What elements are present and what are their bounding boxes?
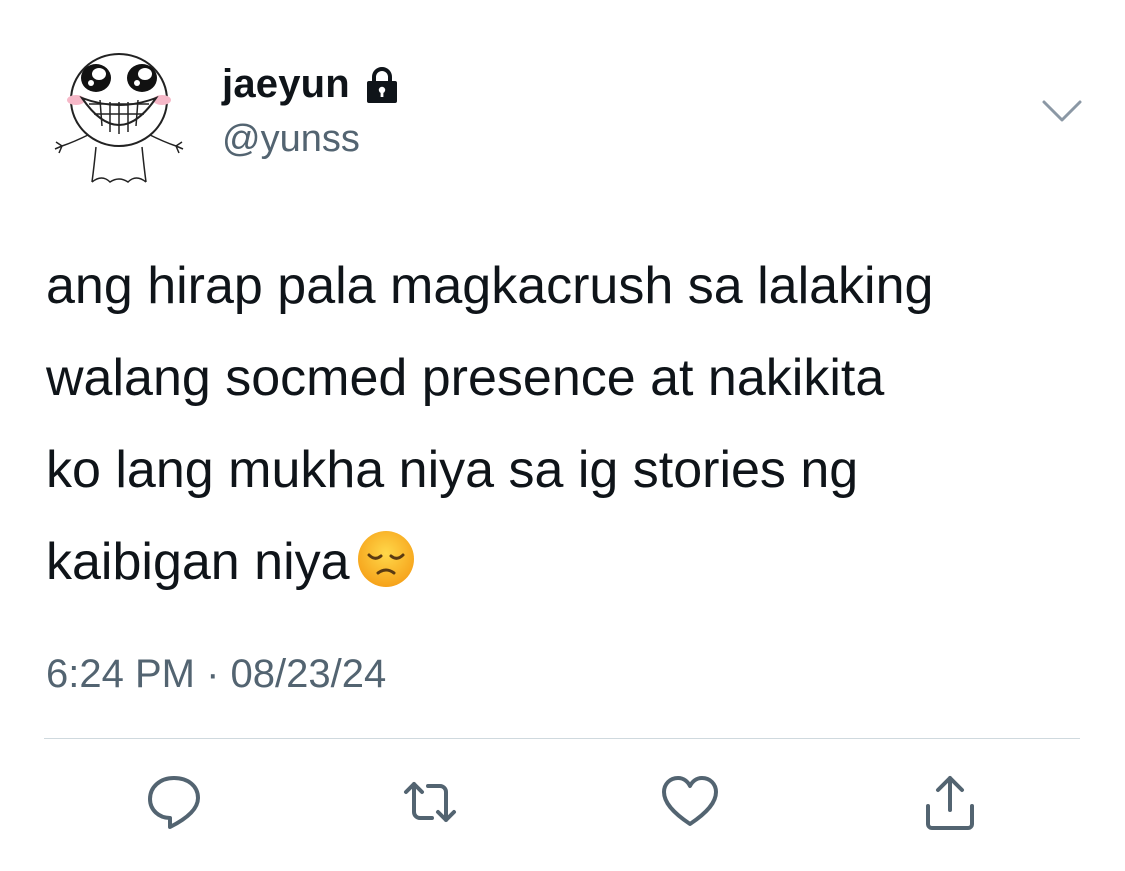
action-bar [0,770,1125,840]
reply-icon [148,776,200,829]
cartoon-smiley-avatar-icon [54,53,184,183]
heart-icon [662,776,718,826]
chevron-down-icon[interactable] [1040,96,1084,126]
retweet-button[interactable] [398,770,462,834]
bottom-edge [0,866,1125,871]
disappointed-face-emoji-icon [356,529,416,589]
share-icon [926,776,974,830]
tweet-line: walang socmed presence at nakikita [46,349,885,407]
reply-button[interactable] [142,770,206,834]
display-name[interactable]: jaeyun [222,62,350,107]
tweet-line: kaibigan niya [46,533,350,591]
lock-icon [362,65,402,105]
like-button[interactable] [658,770,722,834]
tweet-line: ko lang mukha niya sa ig stories ng [46,441,859,499]
tweet-line: ang hirap pala magkacrush sa lalaking [46,257,934,315]
retweet-icon [404,782,456,822]
divider [44,738,1080,739]
tweet-last-line: kaibigan niya [46,516,1091,608]
tweet-timestamp[interactable]: 6:24 PM · 08/23/24 [46,652,386,697]
user-name-row: jaeyun [222,62,402,107]
tweet-card: jaeyun @yunss ang hirap pala magkacrush … [0,0,1125,871]
avatar[interactable] [44,42,194,192]
share-button[interactable] [918,770,982,834]
tweet-text: ang hirap pala magkacrush sa lalaking wa… [46,240,1091,608]
user-handle[interactable]: @yunss [222,118,360,161]
